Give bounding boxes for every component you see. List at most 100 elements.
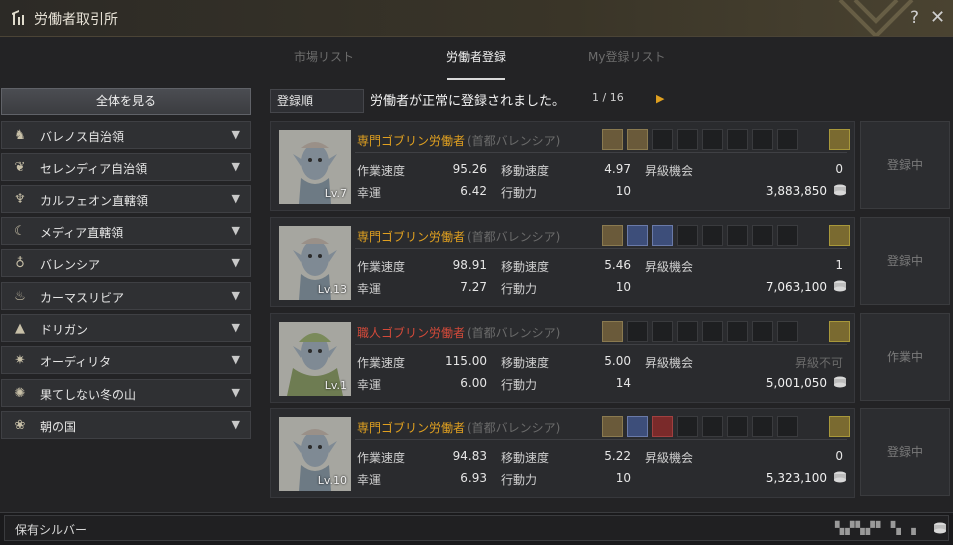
- tab-bar: 市場リスト 労働者登録 My登録リスト: [260, 40, 953, 80]
- skill-icon[interactable]: [602, 321, 623, 342]
- working-status-button[interactable]: 作業中: [860, 313, 950, 401]
- horse-icon: ♞: [14, 128, 26, 143]
- empty-skill-slot: [727, 129, 748, 150]
- sidebar-item-serendia[interactable]: ❦ セレンディア自治領 ▼: [1, 153, 251, 181]
- worker-card[interactable]: Lv.10 専門ゴブリン労働者 (首都バレンシア) 作業速度 94.83 移動速…: [270, 408, 855, 498]
- registered-status-button[interactable]: 登録中: [860, 217, 950, 305]
- worker-exchange-window: 労働者取引所 ? ✕ 市場リスト 労働者登録 My登録リスト 全体を見る ♞ バ…: [0, 0, 953, 545]
- empty-skill-slot: [752, 225, 773, 246]
- goblin-worker-portrait: Lv.13: [279, 226, 351, 300]
- silver-coin-icon: [834, 280, 846, 292]
- chevron-down-icon: ▼: [231, 386, 240, 399]
- tab-worker-register[interactable]: 労働者登録: [446, 48, 506, 65]
- empty-skill-slot: [677, 321, 698, 342]
- worker-price: 3,883,850: [765, 184, 827, 198]
- worker-card[interactable]: Lv.7 専門ゴブリン労働者 (首都バレンシア) 作業速度 95.26 移動速度…: [270, 121, 855, 211]
- skill-icon[interactable]: [627, 416, 648, 437]
- empty-skill-slot: [677, 129, 698, 150]
- title-decoration-icon: [838, 0, 914, 36]
- promotion-value: 0: [835, 449, 843, 463]
- close-button[interactable]: ✕: [930, 7, 945, 28]
- empty-skill-slot: [677, 416, 698, 437]
- worker-grade-icon: [829, 129, 850, 150]
- luck-value: 7.27: [460, 280, 487, 294]
- promotion-label: 昇級機会: [645, 260, 694, 274]
- sidebar-item-label: バレノス自治領: [40, 130, 125, 144]
- sidebar-item-land-of-morning-light[interactable]: ❀ 朝の国 ▼: [1, 411, 251, 439]
- sidebar-item-drieghan[interactable]: ▲ ドリガン ▼: [1, 314, 251, 342]
- registered-status-button[interactable]: 登録中: [860, 121, 950, 209]
- work-speed-value: 94.83: [452, 449, 487, 463]
- worker-card[interactable]: Lv.1 職人ゴブリン労働者 (首都バレンシア) 作業速度 115.00 移動速…: [270, 313, 855, 403]
- skill-icon[interactable]: [627, 225, 648, 246]
- sidebar-item-calpheon[interactable]: ♆ カルフェオン直轄領 ▼: [1, 185, 251, 213]
- empty-skill-slot: [777, 416, 798, 437]
- worker-name: 職人ゴブリン労働者: [357, 326, 466, 340]
- empty-skill-slot: [652, 129, 673, 150]
- sidebar-item-valencia[interactable]: ♁ バレンシア ▼: [1, 249, 251, 277]
- luck-value: 6.93: [460, 471, 487, 485]
- worker-town: (首都バレンシア): [467, 326, 561, 340]
- empty-skill-slot: [752, 416, 773, 437]
- promotion-label: 昇級機会: [645, 164, 694, 178]
- work-speed-value: 95.26: [452, 162, 487, 176]
- empty-skill-slot: [702, 129, 723, 150]
- eagle-icon: ♆: [14, 192, 26, 207]
- worker-pickaxe-icon: [12, 10, 24, 25]
- move-speed-value: 5.00: [604, 354, 631, 368]
- skill-icon[interactable]: [652, 416, 673, 437]
- stamina-value: 14: [615, 376, 631, 390]
- chevron-down-icon: ▼: [231, 353, 240, 366]
- mountain-icon: ▲: [15, 321, 25, 336]
- view-all-button[interactable]: 全体を見る: [1, 88, 251, 115]
- skill-icon[interactable]: [602, 416, 623, 437]
- stamina-value: 10: [615, 280, 631, 294]
- worker-grade-icon: [829, 321, 850, 342]
- silver-coin-icon: [934, 522, 946, 534]
- moon-icon: ☾: [14, 224, 26, 239]
- skill-icon[interactable]: [602, 129, 623, 150]
- divider: [355, 152, 847, 153]
- window-title: 労働者取引所: [34, 12, 118, 28]
- worker-town: (首都バレンシア): [467, 421, 561, 435]
- work-speed-label: 作業速度: [357, 164, 406, 178]
- sidebar-item-odyllita[interactable]: ✷ オーディリタ ▼: [1, 346, 251, 374]
- work-speed-label: 作業速度: [357, 451, 406, 465]
- title-bar[interactable]: 労働者取引所 ? ✕: [0, 0, 953, 37]
- sidebar-item-mediah[interactable]: ☾ メディア直轄領 ▼: [1, 217, 251, 245]
- worker-name: 専門ゴブリン労働者: [357, 421, 466, 435]
- feather-icon: ♨: [14, 289, 26, 304]
- empty-skill-slot: [727, 416, 748, 437]
- luck-label: 幸運: [357, 378, 382, 392]
- sidebar-item-label: ドリガン: [40, 323, 89, 337]
- help-button[interactable]: ?: [910, 8, 919, 28]
- move-speed-value: 4.97: [604, 162, 631, 176]
- sidebar-item-mountain-of-eternal-winter[interactable]: ✺ 果てしない冬の山 ▼: [1, 379, 251, 407]
- work-speed-value: 115.00: [445, 354, 487, 368]
- sidebar-item-label: カーマスリビア: [40, 291, 125, 305]
- registered-status-button[interactable]: 登録中: [860, 408, 950, 496]
- chevron-down-icon: ▼: [231, 418, 240, 431]
- worker-card[interactable]: Lv.13 専門ゴブリン労働者 (首都バレンシア) 作業速度 98.91 移動速…: [270, 217, 855, 307]
- chevron-down-icon: ▼: [231, 224, 240, 237]
- next-page-button[interactable]: ▶: [656, 92, 664, 105]
- move-speed-label: 移動速度: [501, 260, 550, 274]
- sidebar-item-label: オーディリタ: [40, 355, 112, 369]
- stamina-value: 10: [615, 184, 631, 198]
- skill-icon[interactable]: [627, 129, 648, 150]
- chevron-down-icon: ▼: [231, 256, 240, 269]
- sort-dropdown[interactable]: 登録順: [270, 89, 364, 113]
- empty-skill-slot: [702, 225, 723, 246]
- sidebar-item-kamasylvia[interactable]: ♨ カーマスリビア ▼: [1, 282, 251, 310]
- skill-icon[interactable]: [652, 225, 673, 246]
- tab-my-register-list[interactable]: My登録リスト: [588, 48, 665, 65]
- page-indicator: 1 / 16: [592, 91, 624, 104]
- worker-price: 5,001,050: [765, 376, 827, 390]
- luck-label: 幸運: [357, 186, 382, 200]
- worker-town: (首都バレンシア): [467, 230, 561, 244]
- skill-icon[interactable]: [602, 225, 623, 246]
- goblin-worker-portrait: Lv.7: [279, 130, 351, 204]
- sidebar-item-balenos[interactable]: ♞ バレノス自治領 ▼: [1, 121, 251, 149]
- luck-label: 幸運: [357, 282, 382, 296]
- tab-market-list[interactable]: 市場リスト: [294, 48, 354, 65]
